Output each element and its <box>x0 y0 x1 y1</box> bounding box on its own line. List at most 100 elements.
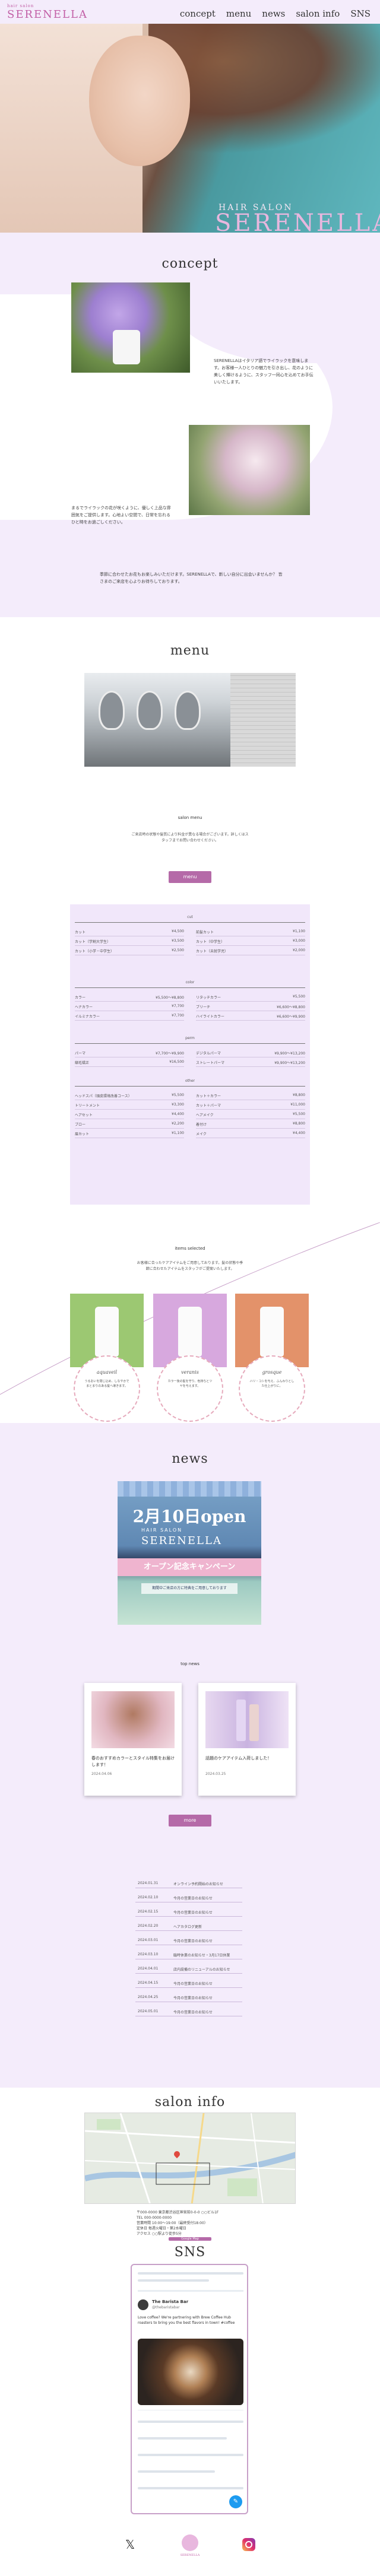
price-item-price: ¥4,400 <box>293 1131 305 1135</box>
salon-map[interactable] <box>84 2113 296 2204</box>
embed-placeholder-line <box>138 2470 215 2473</box>
sns-title: SNS <box>174 2245 206 2260</box>
embed-placeholder-line <box>138 2437 227 2440</box>
news-headline: ヘアカタログ更新 <box>173 1925 202 1929</box>
price-item-price: ¥2,200 <box>172 1122 184 1126</box>
mirror <box>137 691 163 730</box>
news-date: 2024.04.25 <box>138 1995 159 1999</box>
price-row: カット（未就学児） ¥2,000 <box>196 948 305 955</box>
price-item-name: カット（小学・中学生） <box>75 949 115 954</box>
news-date: 2024.05.01 <box>138 2009 159 2013</box>
footer-logo-icon[interactable] <box>182 2534 198 2551</box>
price-item-name: カット（学割大学生） <box>75 940 111 944</box>
price-row: リタッチカラー ¥5,500 <box>196 995 305 1002</box>
price-item-price: ¥1,100 <box>172 1131 184 1135</box>
embed-placeholder-line <box>138 2272 243 2275</box>
product-info-circle: grosque ハリ・コシを与え、ふんわりとした仕上がりに。 <box>239 1355 305 1422</box>
menu-section: menu salon menu ご来店時の状態や髪質により料金が異なる場合がござ… <box>0 617 380 1423</box>
embed-divider <box>138 2290 243 2292</box>
news-list-item[interactable]: 2024.04.01 店内設備のリニューアルのお知らせ <box>135 1965 242 1974</box>
news-list-item[interactable]: 2024.01.31 オンライン予約開始のお知らせ <box>135 1880 242 1888</box>
news-list-item[interactable]: 2024.04.25 今月の営業日のお知らせ <box>135 1994 242 2002</box>
price-item-price: ¥1,100 <box>293 929 305 933</box>
instagram-icon[interactable] <box>242 2538 255 2551</box>
footer-logo-text: SERENELLA <box>180 2553 200 2557</box>
avatar <box>138 2299 148 2310</box>
price-item-name: ヘアセット <box>75 1113 93 1117</box>
banner-brand: SERENELLA <box>141 1535 222 1547</box>
news-title: news <box>172 1451 208 1466</box>
price-category-title: color <box>185 980 195 984</box>
nav-salon-info[interactable]: salon info <box>296 8 340 19</box>
price-row: ハイライトカラー ¥6,600〜¥9,900 <box>196 1014 305 1021</box>
price-item-name: ブロー <box>75 1123 86 1127</box>
compose-icon[interactable]: ✎ <box>229 2495 242 2508</box>
price-item-name: ヘアメイク <box>196 1113 214 1117</box>
price-row: ヘアメイク ¥5,500 <box>196 1112 305 1119</box>
price-row: カット＋パーマ ¥11,000 <box>196 1103 305 1110</box>
news-card-title: 話題のケアアイテム入荷しました！ <box>205 1756 272 1761</box>
news-card-image <box>205 1691 289 1748</box>
product-description: カラー後の髪を守り、色持ちとツヤを与えます。 <box>167 1380 213 1388</box>
price-item-price: ¥6,600〜¥9,900 <box>277 1015 305 1019</box>
news-list-item[interactable]: 2024.02.15 今月の営業日のお知らせ <box>135 1908 242 1917</box>
price-item-price: ¥9,900〜¥13,200 <box>274 1061 305 1065</box>
news-headline: 店内設備のリニューアルのお知らせ <box>173 1968 230 1972</box>
nav-menu[interactable]: menu <box>226 8 251 19</box>
news-list-item[interactable]: 2024.03.10 臨時休業のお知らせ・3月17日休業 <box>135 1951 242 1959</box>
price-item-name: カラー <box>75 996 86 1000</box>
price-row: カラー ¥5,500〜¥8,800 <box>75 995 184 1002</box>
google-map-button[interactable]: Google Map <box>169 2237 211 2241</box>
news-list-item[interactable]: 2024.04.15 今月の営業日のお知らせ <box>135 1980 242 1988</box>
nav-sns[interactable]: SNS <box>350 8 370 19</box>
logo-tagline: hair salon <box>7 4 34 8</box>
salon-access: アクセス ○○駅より徒歩5分 <box>137 2232 182 2236</box>
concept-text-1: SERENELLAはイタリア語でライラックを意味します。お客様一人ひとりの魅力を… <box>214 358 314 385</box>
news-more-button[interactable]: more <box>169 1815 211 1827</box>
salon-hours: 営業時間 10:00〜19:00（最終受付18:00） <box>137 2221 208 2225</box>
news-card[interactable]: 春のおすすめカラーとスタイル特集をお届けします！ 2024.04.06 <box>84 1683 182 1796</box>
product-bottle <box>260 1307 284 1357</box>
price-divider <box>75 922 305 923</box>
banner-open-date: 2月10日open <box>132 1507 246 1526</box>
news-list-item[interactable]: 2024.02.10 今月の営業日のお知らせ <box>135 1894 242 1902</box>
x-icon[interactable]: 𝕏 <box>124 2538 137 2551</box>
site-logo[interactable]: SERENELLA <box>7 8 88 21</box>
twitter-embed[interactable]: The Barista Bar @thebaristabar Love coff… <box>131 2264 248 2514</box>
price-item-price: ¥5,500 <box>293 1112 305 1116</box>
brick-wall <box>230 673 296 767</box>
news-date: 2024.02.20 <box>138 1924 159 1928</box>
news-headline: 今月の営業日のお知らせ <box>173 1982 213 1986</box>
nav-news[interactable]: news <box>262 8 285 19</box>
price-row: パーマ ¥7,700〜¥9,900 <box>75 1050 184 1057</box>
salon-info-section: salon info 〒000-0000 東京都渋谷区神宮前0-0-0 ○○ビル… <box>0 2088 380 2241</box>
news-list-item[interactable]: 2024.05.01 今月の営業日のお知らせ <box>135 2008 242 2016</box>
menu-button[interactable]: menu <box>169 871 211 883</box>
news-card-date: 2024.03.25 <box>205 1772 226 1776</box>
instagram-lens <box>245 2541 252 2548</box>
price-item-name: 前髪カット <box>196 930 214 935</box>
news-card[interactable]: 話題のケアアイテム入荷しました！ 2024.03.25 <box>198 1683 296 1796</box>
nav-concept[interactable]: concept <box>180 8 216 19</box>
news-list-item[interactable]: 2024.02.20 ヘアカタログ更新 <box>135 1923 242 1931</box>
news-headline: 今月の営業日のお知らせ <box>173 1897 213 1901</box>
price-row: ストレートパーマ ¥9,900〜¥13,200 <box>196 1060 305 1067</box>
banner-campaign: オープン記念キャンペーン <box>118 1558 261 1576</box>
price-item-name: イルミナカラー <box>75 1015 100 1019</box>
price-row: 眉カット ¥1,100 <box>75 1131 184 1138</box>
price-item-name: カット＋カラー <box>196 1094 221 1098</box>
product-bottle <box>95 1307 119 1357</box>
price-item-name: ヘナカラー <box>75 1005 93 1009</box>
open-campaign-banner[interactable]: 2月10日open HAIR SALON SERENELLA オープン記念キャン… <box>118 1481 261 1625</box>
menu-title: menu <box>170 643 210 658</box>
news-list-item[interactable]: 2024.03.01 今月の営業日のお知らせ <box>135 1937 242 1945</box>
price-item-price: ¥3,500 <box>172 939 184 943</box>
footer-links: 𝕏 SERENELLA <box>0 2534 380 2563</box>
product-description: ハリ・コシを与え、ふんわりとした仕上がりに。 <box>249 1380 294 1388</box>
price-row: メイク ¥4,400 <box>196 1131 305 1138</box>
news-headline: オンライン予約開始のお知らせ <box>173 1882 223 1886</box>
concept-section: concept SERENELLAはイタリア語でライラックを意味します。お客様一… <box>0 233 380 617</box>
news-date: 2024.01.31 <box>138 1881 159 1885</box>
price-item-price: ¥2,000 <box>293 948 305 952</box>
price-row: イルミナカラー ¥7,700 <box>75 1014 184 1021</box>
